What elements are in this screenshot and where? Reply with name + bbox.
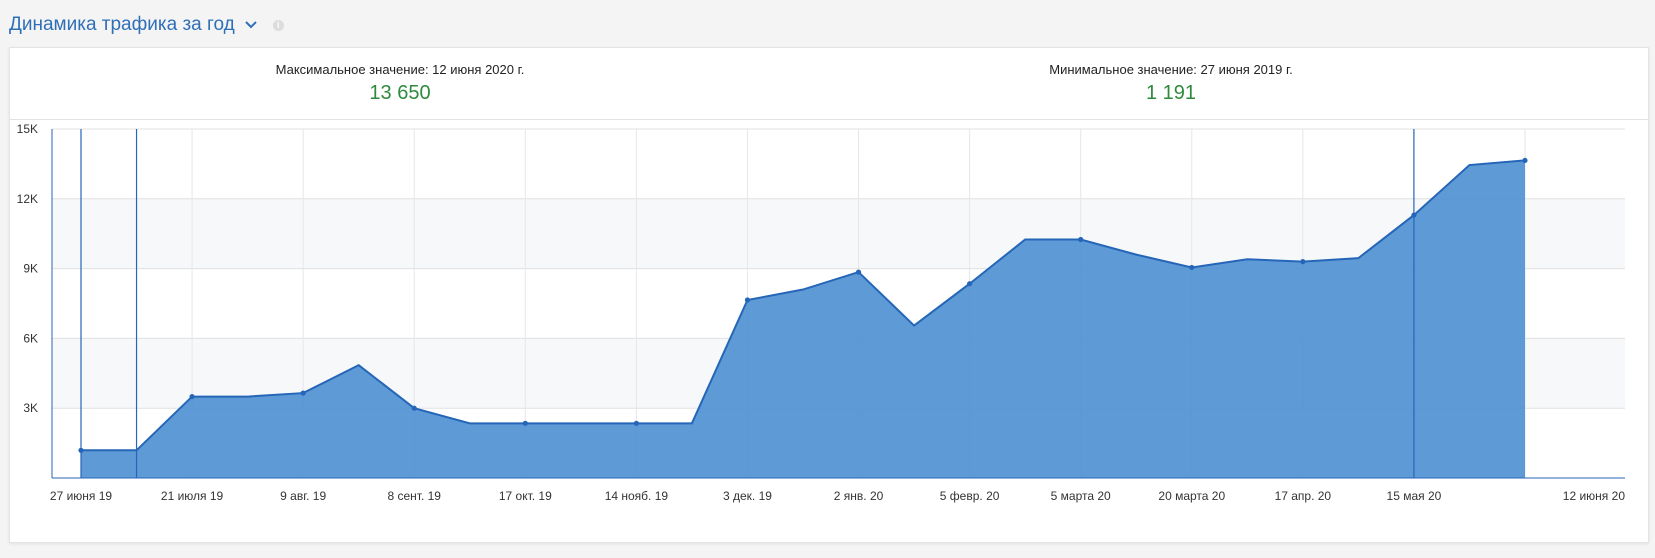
y-tick-label: 6K (23, 331, 38, 345)
widget-title[interactable]: Динамика трафика за год (9, 14, 235, 36)
info-icon[interactable]: i (272, 19, 284, 31)
widget-header: Динамика трафика за год i (9, 10, 284, 40)
data-point (1078, 236, 1084, 243)
y-tick-label: 9K (23, 262, 38, 276)
data-point (300, 390, 306, 396)
data-point (1411, 212, 1417, 218)
x-tick-label: 17 окт. 19 (499, 489, 552, 503)
x-tick-label: 8 сент. 19 (387, 489, 441, 503)
x-tick-label: 3 дек. 19 (723, 489, 772, 503)
data-point (78, 447, 84, 453)
x-tick-label: 2 янв. 20 (834, 489, 884, 503)
y-tick-label: 12K (17, 192, 38, 206)
data-point (744, 297, 751, 303)
x-tick-label: 21 июля 19 (161, 489, 224, 503)
chevron-down-icon[interactable] (243, 17, 259, 33)
data-point (522, 420, 528, 426)
x-tick-label: 5 марта 20 (1051, 489, 1111, 503)
data-point (411, 405, 417, 411)
x-tick-label: 5 февр. 20 (940, 489, 1000, 503)
y-tick-label: 3K (23, 401, 38, 415)
x-tick-label: 17 апр. 20 (1275, 489, 1332, 503)
data-point (967, 281, 973, 287)
x-tick-label: 27 июня 19 (50, 489, 113, 503)
traffic-area-chart: 3K 6K 9K 12K 15K 27 июня 19 21 июля 19 9 авг. 1… (17, 122, 1626, 503)
data-point (189, 393, 195, 400)
data-point (1300, 259, 1306, 265)
data-point (633, 420, 639, 426)
x-tick-label: 14 нояб. 19 (605, 489, 669, 503)
chart-card: Максимальное значение: 12 июня 2020 г. 1… (9, 47, 1649, 543)
data-point (1189, 264, 1195, 271)
x-tick-label: 15 мая 20 (1387, 489, 1442, 503)
x-tick-label: 20 марта 20 (1158, 489, 1225, 503)
x-tick-label: 9 авг. 19 (280, 489, 326, 503)
data-point (855, 269, 862, 275)
data-point (1522, 157, 1528, 164)
x-tick-label: 12 июня 20 (1563, 489, 1626, 503)
y-tick-label: 15K (17, 122, 38, 136)
